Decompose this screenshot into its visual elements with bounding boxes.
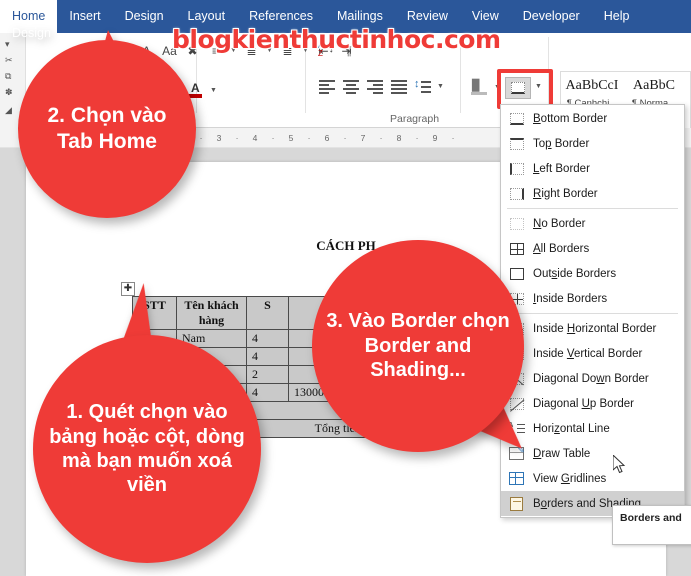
all-borders-icon (507, 240, 526, 257)
tab-help[interactable]: Help (592, 0, 642, 33)
borders-chevron-down-icon[interactable]: ▼ (534, 83, 543, 90)
callout-bubble-3: 3. Vào Border chọn Border and Shading... (312, 240, 524, 452)
shading-chevron-down-icon[interactable]: ▼ (493, 84, 502, 91)
callout-bubble-2: 2. Chọn vào Tab Home (18, 40, 196, 218)
cell-qty: 4 (246, 329, 289, 348)
cell-qty: 4 (246, 383, 289, 402)
ruler-tick: · (235, 132, 239, 143)
cell-qty: 2 (246, 365, 289, 384)
callout-bubble-1: 1. Quét chọn vào bảng hoặc cột, dòng mà … (33, 335, 261, 563)
menu-item-inside-horizontal-border[interactable]: Inside Horizontal Border (501, 316, 684, 341)
group-divider-par-right (548, 37, 549, 113)
bottom-border-icon (507, 110, 526, 127)
ruler-tick: · (343, 132, 347, 143)
menu-item-right-border[interactable]: Right Border (501, 181, 684, 206)
watermark-text: blogkienthuctinhoc.com (172, 25, 501, 54)
callout-1-text: 1. Quét chọn vào bảng hoặc cột, dòng mà … (49, 401, 245, 497)
menu-item-view-gridlines[interactable]: View Gridlines (501, 466, 684, 491)
align-right-icon[interactable] (365, 78, 385, 95)
justify-icon[interactable] (389, 78, 409, 95)
ruler-tick: 8 (396, 132, 402, 143)
right-border-icon (507, 185, 526, 202)
table-header-name: Tên khách hàng (176, 296, 247, 330)
tab-developer[interactable]: Developer (511, 0, 592, 33)
tab-design[interactable]: Design (113, 0, 176, 33)
paragraph-group-label: Paragraph (390, 113, 440, 125)
ruler-tick: 9 (432, 132, 438, 143)
menu-item-bottom-border[interactable]: Bottom Border (501, 106, 684, 131)
menu-item-top-border[interactable]: Top Border (501, 131, 684, 156)
tab-insert[interactable]: Insert (57, 0, 112, 33)
paste-icon[interactable]: ▾ (5, 39, 17, 49)
tooltip-title: Borders and (620, 512, 682, 524)
align-left-icon[interactable] (317, 78, 337, 95)
table-header-qty: S (246, 296, 289, 330)
borders-dropdown-menu[interactable]: Bottom Border Top Border Left Border Rig… (500, 104, 685, 518)
menu-item-diagonal-down-border[interactable]: Diagonal Down Border (501, 366, 684, 391)
ruler-tick: · (415, 132, 419, 143)
ruler-tick: 7 (360, 132, 366, 143)
menu-item-inside-borders[interactable]: Inside Borders (501, 286, 684, 311)
menu-item-no-border[interactable]: No Border (501, 211, 684, 236)
ruler-tick: · (451, 132, 455, 143)
no-border-icon (507, 215, 526, 232)
menu-item-inside-vertical-border[interactable]: Inside Vertical Border (501, 341, 684, 366)
menu-item-draw-table[interactable]: ✎ Draw Table (501, 441, 684, 466)
shading-control: ▉ ▼ (470, 78, 502, 96)
mouse-cursor-icon (613, 455, 626, 474)
ruler-tick: · (307, 132, 311, 143)
menu-divider (507, 313, 678, 314)
line-spacing-chevron-down-icon[interactable]: ▼ (436, 83, 445, 90)
menu-item-left-border[interactable]: Left Border (501, 156, 684, 181)
ruler-tick: 3 (216, 132, 222, 143)
copy-icon[interactable]: ⧉ (5, 71, 17, 81)
ruler-tick: 5 (288, 132, 294, 143)
menu-divider (507, 208, 678, 209)
bottom-border-icon (511, 82, 525, 94)
view-gridlines-icon (507, 470, 526, 487)
callout-3-text: 3. Vào Border chọn Border and Shading... (326, 310, 510, 382)
ruler-tick: 6 (324, 132, 330, 143)
clipboard-dialog-launcher-icon[interactable]: ◢ (5, 105, 17, 115)
outside-borders-icon (507, 265, 526, 282)
borders-button[interactable] (505, 77, 531, 99)
line-spacing-icon[interactable]: ↕ (413, 78, 432, 95)
menu-item-outside-borders[interactable]: Outside Borders (501, 261, 684, 286)
ruler-tick: 4 (252, 132, 258, 143)
shading-icon[interactable]: ▉ (470, 78, 489, 96)
top-border-icon (507, 135, 526, 152)
font-color-chevron-down-icon[interactable]: ▼ (209, 87, 218, 94)
align-center-icon[interactable] (341, 78, 361, 95)
ruler-tick: · (379, 132, 383, 143)
format-painter-icon[interactable]: ✽ (5, 87, 17, 97)
borders-and-shading-tooltip: Borders and (612, 505, 691, 545)
callout-2-text: 2. Chọn vào Tab Home (47, 104, 167, 153)
ruler-tick: · (271, 132, 275, 143)
paragraph-group-row2: ↕ ▼ (317, 78, 445, 95)
borders-and-shading-icon (507, 495, 526, 512)
menu-item-all-borders[interactable]: All Borders (501, 236, 684, 261)
cell-qty: 4 (246, 347, 289, 366)
left-border-icon (507, 160, 526, 177)
cut-icon[interactable]: ✂ (5, 55, 17, 65)
menu-item-diagonal-up-border[interactable]: Diagonal Up Border (501, 391, 684, 416)
